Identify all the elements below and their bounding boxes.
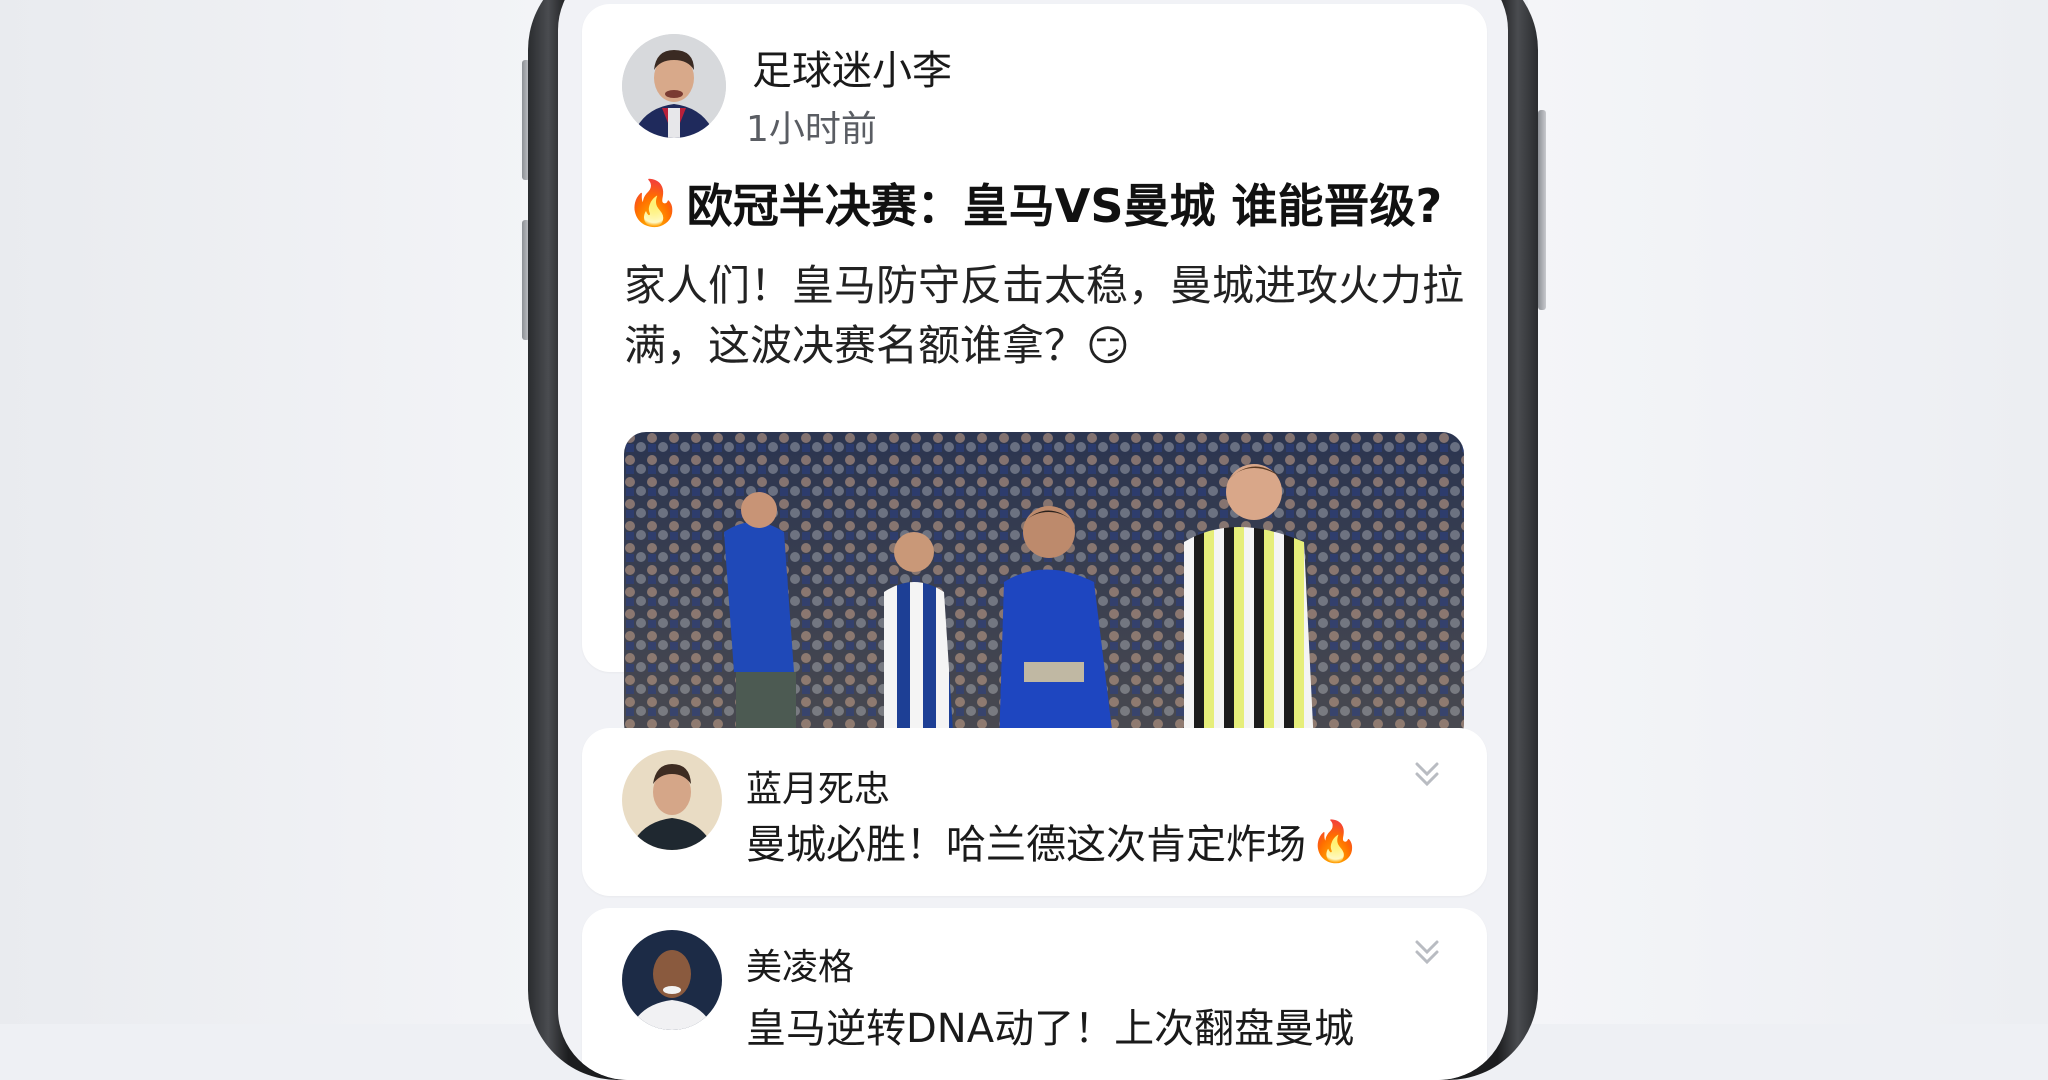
comment-author-name[interactable]: 美凌格 (746, 938, 854, 990)
post-timestamp: 1小时前 (746, 109, 877, 150)
comment-card[interactable]: 美凌格 皇马逆转DNA动了！上次翻盘曼城 (582, 908, 1487, 1080)
comment-text: 皇马逆转DNA动了！上次翻盘曼城 (746, 996, 1354, 1054)
post-author-name[interactable]: 足球迷小李 (752, 38, 952, 96)
comment-text-content: 皇马逆转DNA动了！上次翻盘曼城 (746, 1006, 1355, 1052)
commenter-avatar[interactable] (622, 750, 722, 850)
phone-power-button (1538, 110, 1546, 310)
background-left (0, 0, 540, 1024)
comment-author-name[interactable]: 蓝月死忠 (746, 760, 890, 812)
post-body-text: 家人们！皇马防守反击太稳，曼城进攻火力拉满，这波决赛名额谁拿？😏 (624, 261, 1465, 370)
chevron-down-icon[interactable] (1407, 930, 1447, 970)
fire-icon: 🔥 (626, 178, 681, 229)
comment-card[interactable]: 蓝月死忠 曼城必胜！哈兰德这次肯定炸场 🔥 (582, 728, 1487, 896)
chevron-down-icon[interactable] (1407, 752, 1447, 792)
comment-text-content: 曼城必胜！哈兰德这次肯定炸场 (746, 822, 1306, 868)
author-avatar[interactable] (622, 34, 726, 138)
post-card[interactable]: 足球迷小李 1小时前 🔥 欧冠半决赛：皇马VS曼城 谁能晋级? 家人们！皇马防守… (582, 4, 1487, 746)
post-title-text: 欧冠半决赛：皇马VS曼城 谁能晋级? (686, 179, 1443, 233)
post-title: 🔥 欧冠半决赛：皇马VS曼城 谁能晋级? (626, 170, 1442, 236)
fire-icon: 🔥 (1310, 818, 1360, 865)
phone-screen: 足球迷小李 1小时前 🔥 欧冠半决赛：皇马VS曼城 谁能晋级? 家人们！皇马防守… (558, 0, 1508, 1080)
comment-text: 曼城必胜！哈兰德这次肯定炸场 🔥 (746, 812, 1360, 870)
post-image[interactable] (624, 432, 1464, 746)
commenter-avatar[interactable] (622, 930, 722, 1030)
background-right (1528, 0, 2048, 1024)
